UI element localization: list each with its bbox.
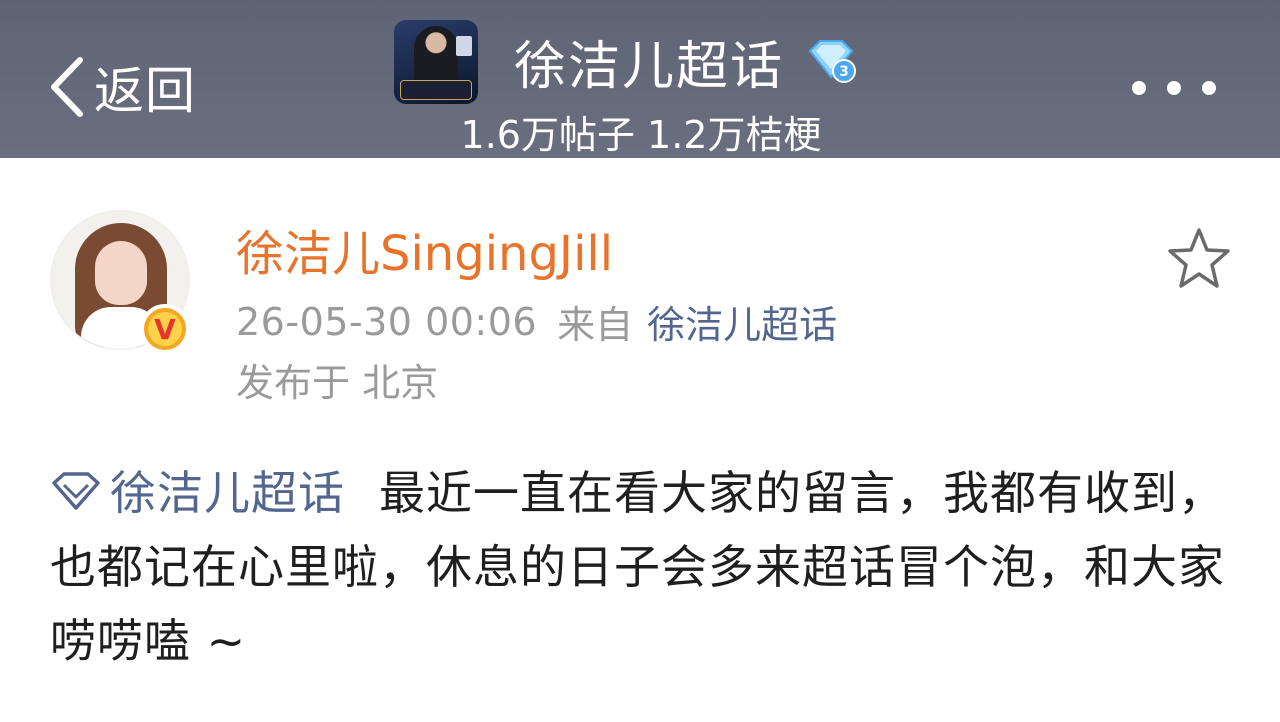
supertopic-diamond-icon — [52, 472, 100, 510]
cover-figure — [414, 26, 458, 86]
favorite-star-icon[interactable] — [1164, 224, 1234, 294]
verified-badge-icon: V — [140, 304, 190, 354]
source-link[interactable]: 徐洁儿超话 — [647, 294, 837, 349]
from-label: 来自 — [557, 303, 634, 347]
level-badge-icon: 3 — [808, 40, 857, 83]
topic-title: 徐洁儿超话 — [514, 36, 785, 97]
topic-link-label: 徐洁儿超话 — [110, 466, 345, 520]
topic-cover-image[interactable] — [394, 20, 478, 104]
cover-card — [456, 36, 472, 56]
top-nav-bar: 返回 徐洁儿超话 3 1.6万帖子 1.2万桔梗 — [0, 0, 1280, 158]
post-meta: 26-05-30 00:06 来自 徐洁儿超话 — [236, 294, 837, 349]
level-number: 3 — [839, 64, 849, 80]
topic-stats: 1.6万帖子 1.2万桔梗 — [460, 113, 822, 157]
topic-title-row: 徐洁儿超话 3 — [514, 26, 857, 97]
more-dot-icon — [1132, 81, 1146, 95]
topic-link[interactable]: 徐洁儿超话 — [50, 466, 379, 520]
verified-inner: V — [148, 312, 182, 346]
author-name[interactable]: 徐洁儿SingingJill — [236, 214, 613, 284]
avatar-face — [95, 241, 147, 305]
post-location: 发布于 北京 — [236, 361, 439, 405]
post-content: 徐洁儿超话 最近一直在看大家的留言，我都有收到，也都记在心里啦，休息的日子会多来超… — [50, 456, 1240, 678]
post-time: 26-05-30 00:06 — [236, 299, 538, 344]
more-options-button[interactable] — [1132, 72, 1216, 104]
cover-tag — [400, 80, 472, 100]
more-dot-icon — [1167, 81, 1181, 95]
more-dot-icon — [1202, 81, 1216, 95]
